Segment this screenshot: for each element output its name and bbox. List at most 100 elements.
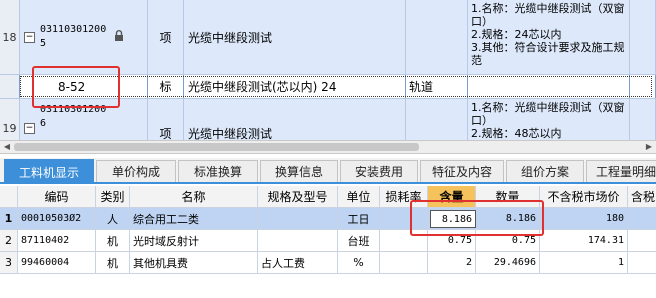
resource-quantity[interactable]: 0.75 (476, 230, 540, 251)
item-code-line1: 03110301200 (40, 24, 107, 35)
resource-spec[interactable]: 占人工费 (258, 252, 338, 273)
header-rownum (0, 186, 18, 207)
header-name[interactable]: 名称 (130, 186, 258, 207)
resource-quantity[interactable]: 29.4696 (476, 252, 540, 273)
row-number: 3 (0, 252, 18, 273)
resource-code[interactable]: 00010503Ø2 (18, 208, 96, 229)
resource-category: 机 (96, 252, 130, 273)
quota-row-selected[interactable]: 8-52 标 光缆中继段测试(芯以内) 24 轨道 (0, 75, 656, 99)
extra-cell (630, 99, 656, 140)
resource-price[interactable]: 1 (540, 252, 628, 273)
resource-price-incl-tax[interactable] (628, 208, 656, 229)
item-code-line1: 03110301200 (40, 104, 107, 115)
quota-discipline: 轨道 (406, 75, 468, 98)
grid-header: 编码 类别 名称 规格及型号 单位 损耗率 含量 数量 不含税市场价 含税 (0, 186, 656, 208)
scroll-left-icon[interactable]: ◀ (0, 141, 14, 153)
extra-cell (630, 75, 656, 98)
collapse-toggle[interactable]: − (24, 123, 35, 134)
resource-loss-rate[interactable] (380, 252, 428, 273)
resource-row[interactable]: 2 87110402 机 光时域反射计 台班 0.75 0.75 174.31 (0, 230, 656, 252)
header-market-price-excl-tax[interactable]: 不含税市场价 (540, 186, 628, 207)
extra-cell (630, 0, 656, 74)
resource-loss-rate[interactable] (380, 230, 428, 251)
tab-unit-price-composition[interactable]: 单价构成 (96, 160, 176, 182)
resource-content[interactable]: 0.75 (428, 230, 476, 251)
resource-row[interactable]: 3 99460004 机 其他机具费 占人工费 % 2 29.4696 1 (0, 252, 656, 274)
header-code[interactable]: 编码 (18, 186, 96, 207)
item-row[interactable]: 19 − 03110301200 6 项 光缆中继段测试 1.名称：光缆中继段测… (0, 99, 656, 140)
resource-name[interactable]: 综合用工二类 (130, 208, 258, 229)
item-code-cell: − 03110301200 5 (20, 0, 148, 74)
scrollbar-thumb[interactable] (14, 143, 419, 151)
item-type: 项 (148, 99, 184, 140)
resource-quantity[interactable]: 8.186 (476, 208, 540, 229)
resource-unit: 台班 (338, 230, 380, 251)
lock-icon (114, 30, 124, 44)
header-quantity[interactable]: 数量 (476, 186, 540, 207)
item-code-cell: − 03110301200 6 (20, 99, 148, 140)
note-line: 2.规格：48芯以内 (471, 127, 562, 140)
tab-installation-fee[interactable]: 安装费用 (340, 160, 418, 182)
resource-grid: 编码 类别 名称 规格及型号 单位 损耗率 含量 数量 不含税市场价 含税 1 … (0, 186, 656, 298)
item-unit-cell (406, 0, 468, 74)
resource-name[interactable]: 光时域反射计 (130, 230, 258, 251)
header-unit[interactable]: 单位 (338, 186, 380, 207)
item-feature-notes: 1.名称：光缆中继段测试（双窗口） 2.规格：24芯以内 3.其他：符合设计要求… (468, 0, 630, 74)
collapse-toggle[interactable]: − (24, 31, 35, 43)
note-line: 1.名称：光缆中继段测试（双窗口） (471, 2, 625, 28)
quota-code[interactable]: 8-52 (20, 75, 148, 98)
tab-labor-material-machine[interactable]: 工料机显示 (4, 159, 94, 184)
detail-tab-bar: 工料机显示 单价构成 标准换算 换算信息 安装费用 特征及内容 组价方案 工程量… (0, 158, 656, 184)
resource-price-incl-tax[interactable] (628, 230, 656, 251)
resource-content[interactable]: 2 (428, 252, 476, 273)
note-line: 2.规格：24芯以内 (471, 28, 562, 41)
resource-unit: 工日 (338, 208, 380, 229)
row-number: 2 (0, 230, 18, 251)
resource-name[interactable]: 其他机具费 (130, 252, 258, 273)
item-name: 光缆中继段测试 (184, 0, 406, 74)
header-category[interactable]: 类别 (96, 186, 130, 207)
header-incl-tax[interactable]: 含税 (628, 186, 656, 207)
item-code-line2: 5 (40, 38, 47, 49)
row-number (0, 75, 20, 98)
item-list-grid: 18 − 03110301200 5 项 光缆中继段测试 1.名称：光缆中继段测… (0, 0, 656, 140)
item-unit-cell (406, 99, 468, 140)
header-loss-rate[interactable]: 损耗率 (380, 186, 428, 207)
resource-spec[interactable] (258, 230, 338, 251)
item-type: 项 (148, 0, 184, 74)
item-code: 03110301200 6 (38, 103, 106, 131)
item-code-line2: 6 (40, 118, 47, 129)
item-feature-notes: 1.名称：光缆中继段测试（双窗口） 2.规格：48芯以内 (468, 99, 630, 140)
resource-price-incl-tax[interactable] (628, 252, 656, 273)
resource-loss-rate[interactable] (380, 208, 428, 229)
scroll-right-icon[interactable]: ▶ (642, 141, 656, 153)
note-line: 3.其他：符合设计要求及施工规范 (471, 41, 625, 67)
note-line: 1.名称：光缆中继段测试（双窗口） (471, 101, 625, 127)
quota-type: 标 (148, 75, 184, 98)
item-name: 光缆中继段测试 (184, 99, 406, 140)
resource-category: 机 (96, 230, 130, 251)
item-code: 03110301200 5 (38, 23, 106, 51)
row-number: 1 (0, 208, 18, 229)
resource-row[interactable]: 1 00010503Ø2 人 综合用工二类 工日 8.186 8.186 180 (0, 208, 656, 230)
horizontal-scrollbar[interactable]: ◀ ▶ (0, 140, 656, 154)
row-number: 18 (0, 0, 20, 74)
resource-price[interactable]: 174.31 (540, 230, 628, 251)
tab-standard-conversion[interactable]: 标准换算 (178, 160, 258, 182)
tab-conversion-info[interactable]: 换算信息 (260, 160, 338, 182)
resource-price[interactable]: 180 (540, 208, 628, 229)
resource-spec[interactable] (258, 208, 338, 229)
item-row[interactable]: 18 − 03110301200 5 项 光缆中继段测试 1.名称：光缆中继段测… (0, 0, 656, 75)
header-spec[interactable]: 规格及型号 (258, 186, 338, 207)
content-input[interactable]: 8.186 (430, 210, 476, 228)
resource-code[interactable]: 87110402 (18, 230, 96, 251)
row-number: 19 (0, 99, 20, 140)
tab-pricing-scheme[interactable]: 组价方案 (506, 160, 584, 182)
header-content[interactable]: 含量 (428, 186, 476, 207)
quota-notes (468, 75, 630, 98)
quota-name[interactable]: 光缆中继段测试(芯以内) 24 (184, 75, 406, 98)
resource-code[interactable]: 99460004 (18, 252, 96, 273)
resource-category: 人 (96, 208, 130, 229)
tab-features-content[interactable]: 特征及内容 (420, 160, 504, 182)
tab-quantity-details[interactable]: 工程量明细 (586, 160, 656, 182)
